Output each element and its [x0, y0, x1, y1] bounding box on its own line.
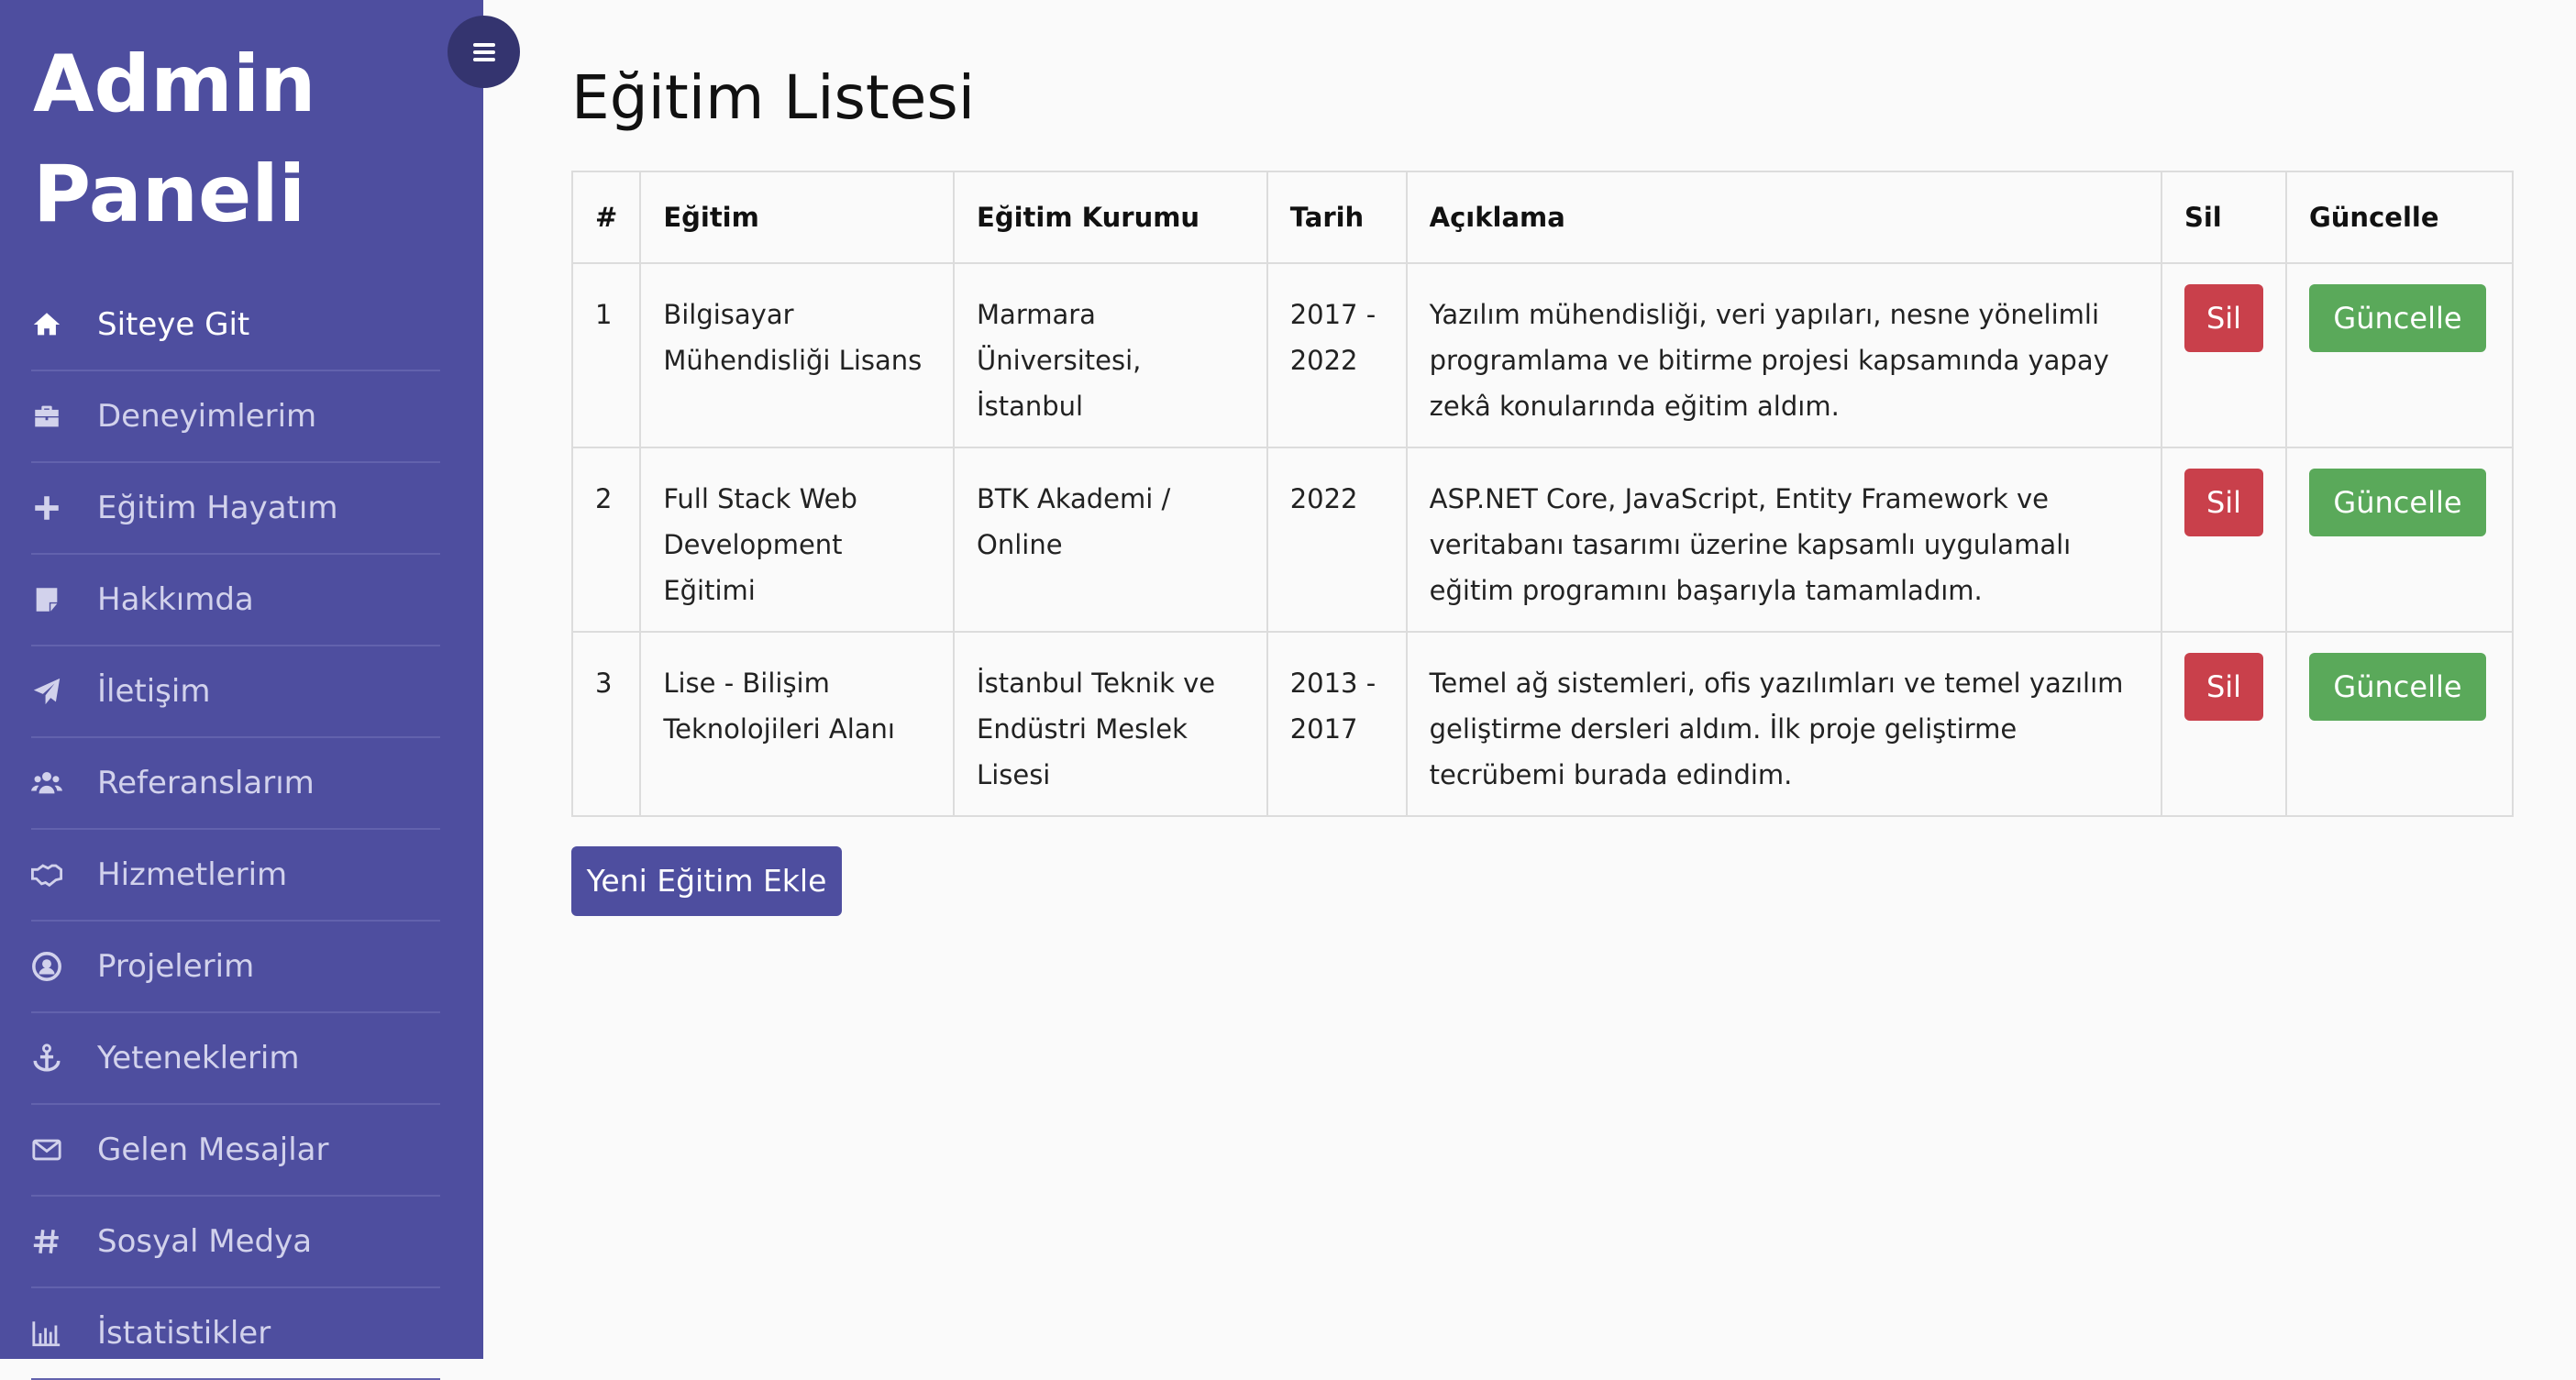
brand-line-2: Paneli: [33, 149, 306, 240]
column-header-kurum: Eğitim Kurumu: [953, 171, 1268, 264]
cell-aciklama: Yazılım mühendisliği, veri yapıları, nes…: [1405, 262, 2162, 448]
sidebar-item-label: İletişim: [97, 673, 211, 710]
sidebar-item-deneyimlerim[interactable]: Deneyimlerim: [31, 371, 440, 463]
cell-tarih: 2017 - 2022: [1266, 262, 1408, 448]
delete-button[interactable]: Sil: [2184, 469, 2263, 536]
sidebar-item-referanslarim[interactable]: Referanslarım: [31, 738, 440, 830]
table-row: 1 Bilgisayar Mühendisliği Lisans Marmara…: [570, 262, 2515, 448]
sidebar-menu: Siteye Git Deneyimlerim Eğitim Hayatım H…: [0, 280, 440, 1380]
cell-tarih: 2022: [1266, 447, 1408, 633]
cell-egitim: Lise - Bilişim Teknolojileri Alanı: [639, 631, 956, 817]
sidebar-item-label: Hakkımda: [97, 581, 254, 618]
brand-line-1: Admin: [33, 39, 316, 130]
sidebar-item-siteye-git[interactable]: Siteye Git: [31, 280, 440, 371]
sidebar-item-label: Siteye Git: [97, 306, 250, 343]
users-icon: [31, 767, 62, 799]
hamburger-icon: [472, 42, 495, 61]
sidebar-item-label: Projelerim: [97, 948, 255, 985]
sidebar-item-egitim-hayatim[interactable]: Eğitim Hayatım: [31, 463, 440, 555]
cell-aciklama: Temel ağ sistemleri, ofis yazılımları ve…: [1405, 631, 2162, 817]
sidebar-item-sosyal-medya[interactable]: Sosyal Medya: [31, 1197, 440, 1288]
update-button[interactable]: Güncelle: [2308, 284, 2486, 352]
user-circle-icon: [31, 951, 62, 982]
add-education-button[interactable]: Yeni Eğitim Ekle: [571, 846, 842, 916]
cell-egitim: Full Stack Web Development Eğitimi: [639, 447, 956, 633]
sidebar-item-label: Gelen Mesajlar: [97, 1132, 329, 1168]
paper-plane-icon: [31, 676, 62, 707]
delete-button[interactable]: Sil: [2184, 653, 2263, 721]
cell-no: 1: [570, 262, 642, 448]
cell-sil: Sil: [2160, 631, 2287, 817]
update-button[interactable]: Güncelle: [2308, 469, 2486, 536]
column-header-aciklama: Açıklama: [1405, 171, 2162, 264]
brand-title: Admin Paneli: [33, 29, 455, 249]
page-title: Eğitim Listesi: [571, 62, 976, 133]
handshake-icon: [31, 859, 62, 890]
sidebar-item-label: İstatistikler: [97, 1315, 271, 1352]
update-button[interactable]: Güncelle: [2308, 653, 2486, 721]
column-header-guncelle: Güncelle: [2284, 171, 2515, 264]
sidebar-item-label: Deneyimlerim: [97, 398, 317, 435]
cell-guncelle: Güncelle: [2284, 631, 2515, 817]
sidebar-item-gelen-mesajlar[interactable]: Gelen Mesajlar: [31, 1105, 440, 1197]
cell-egitim: Bilgisayar Mühendisliği Lisans: [639, 262, 956, 448]
sidebar-item-istatistikler[interactable]: İstatistikler: [31, 1288, 440, 1380]
sidebar-item-label: Eğitim Hayatım: [97, 490, 338, 526]
cell-no: 3: [570, 631, 642, 817]
sticky-note-icon: [31, 584, 62, 615]
cell-sil: Sil: [2160, 262, 2287, 448]
column-header-egitim: Eğitim: [639, 171, 956, 264]
cell-tarih: 2013 - 2017: [1266, 631, 1408, 817]
sidebar-item-label: Yeteneklerim: [97, 1040, 300, 1076]
sidebar-toggle-button[interactable]: [448, 16, 520, 88]
plus-icon: [31, 492, 62, 524]
table-header-row: # Eğitim Eğitim Kurumu Tarih Açıklama Si…: [570, 171, 2515, 264]
sidebar-item-yeteneklerim[interactable]: Yeteneklerim: [31, 1013, 440, 1105]
sidebar: Admin Paneli Siteye Git Deneyimlerim Eği…: [0, 0, 483, 1380]
cell-no: 2: [570, 447, 642, 633]
cell-kurum: İstanbul Teknik ve Endüstri Meslek Lises…: [953, 631, 1268, 817]
cell-guncelle: Güncelle: [2284, 447, 2515, 633]
bar-chart-icon: [31, 1318, 62, 1349]
table-row: 3 Lise - Bilişim Teknolojileri Alanı İst…: [570, 631, 2515, 817]
table-row: 2 Full Stack Web Development Eğitimi BTK…: [570, 447, 2515, 633]
briefcase-icon: [31, 401, 62, 432]
envelope-icon: [31, 1134, 62, 1165]
sidebar-item-label: Sosyal Medya: [97, 1223, 313, 1260]
column-header-no: #: [570, 171, 642, 264]
anchor-icon: [31, 1043, 62, 1074]
delete-button[interactable]: Sil: [2184, 284, 2263, 352]
column-header-sil: Sil: [2160, 171, 2287, 264]
hashtag-icon: [31, 1226, 62, 1257]
sidebar-item-hakkimda[interactable]: Hakkımda: [31, 555, 440, 646]
sidebar-item-projelerim[interactable]: Projelerim: [31, 922, 440, 1013]
sidebar-item-iletisim[interactable]: İletişim: [31, 646, 440, 738]
column-header-tarih: Tarih: [1266, 171, 1408, 264]
sidebar-item-label: Referanslarım: [97, 765, 315, 801]
cell-sil: Sil: [2160, 447, 2287, 633]
education-table: # Eğitim Eğitim Kurumu Tarih Açıklama Si…: [570, 171, 2515, 817]
cell-guncelle: Güncelle: [2284, 262, 2515, 448]
cell-kurum: BTK Akademi / Online: [953, 447, 1268, 633]
cell-aciklama: ASP.NET Core, JavaScript, Entity Framewo…: [1405, 447, 2162, 633]
cell-kurum: Marmara Üniversitesi, İstanbul: [953, 262, 1268, 448]
sidebar-item-hizmetlerim[interactable]: Hizmetlerim: [31, 830, 440, 922]
sidebar-item-label: Hizmetlerim: [97, 856, 288, 893]
home-icon: [31, 309, 62, 340]
